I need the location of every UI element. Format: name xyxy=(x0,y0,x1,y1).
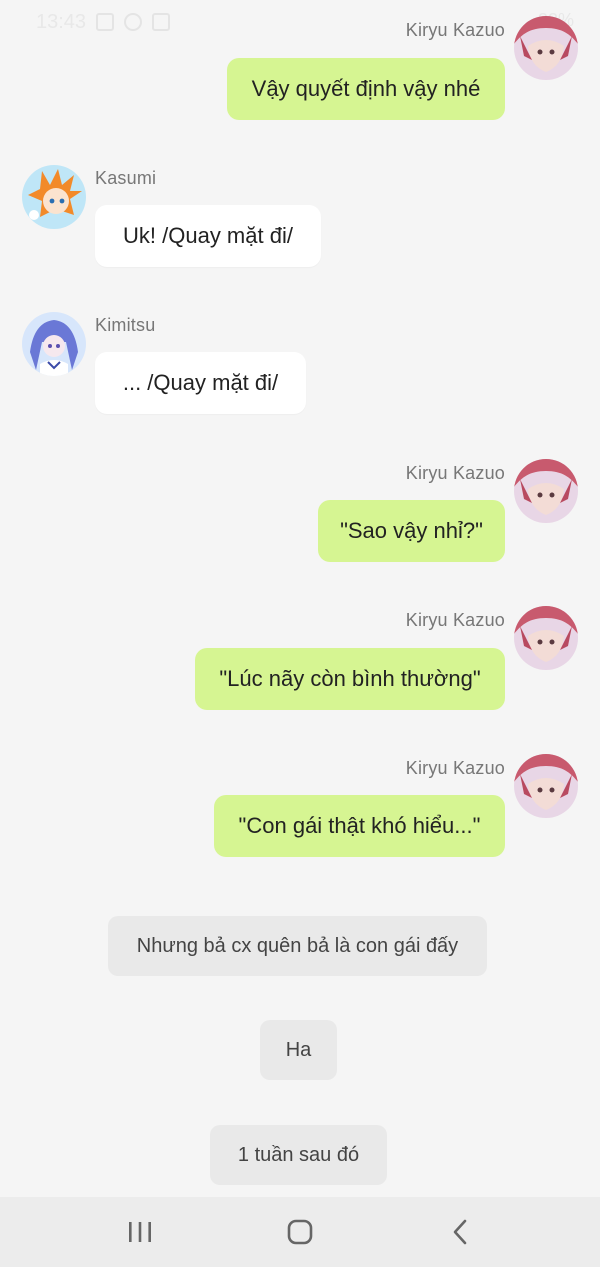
app-icon xyxy=(152,13,171,31)
status-time: 13:43 xyxy=(36,10,87,33)
avatar-kiryu[interactable] xyxy=(514,606,578,670)
message-bubble[interactable]: Uk! /Quay mặt đi/ xyxy=(95,205,321,267)
sender-name: Kasumi xyxy=(95,168,157,188)
sender-name: Kimitsu xyxy=(95,315,156,335)
message-bubble[interactable]: "Con gái thật khó hiểu..." xyxy=(214,795,505,857)
gallery-icon xyxy=(96,13,115,31)
avatar-kimitsu[interactable] xyxy=(22,312,86,376)
avatar-kiryu[interactable] xyxy=(514,16,578,80)
status-bar: 13:43 33% xyxy=(0,0,600,44)
narration-bubble[interactable]: Nhưng bả cx quên bả là con gái đấy xyxy=(108,916,487,976)
avatar-kiryu[interactable] xyxy=(514,459,578,523)
sender-name: Kiryu Kazuo xyxy=(405,610,505,630)
home-icon[interactable] xyxy=(270,1202,330,1262)
sender-name: Kiryu Kazuo xyxy=(405,20,505,40)
sender-name: Kiryu Kazuo xyxy=(405,463,505,483)
message-bubble[interactable]: Vậy quyết định vậy nhé xyxy=(227,58,505,120)
navigation-bar xyxy=(0,1197,600,1267)
notification-icon xyxy=(124,13,143,31)
avatar-kasumi[interactable] xyxy=(22,165,86,229)
message-bubble[interactable]: "Lúc nãy còn bình thường" xyxy=(195,648,505,710)
back-icon[interactable] xyxy=(430,1202,490,1262)
message-bubble[interactable]: "Sao vậy nhỉ?" xyxy=(318,500,505,562)
sender-name: Kiryu Kazuo xyxy=(405,758,505,778)
message-bubble[interactable]: ... /Quay mặt đi/ xyxy=(95,352,306,414)
narration-bubble[interactable]: 1 tuần sau đó xyxy=(210,1125,387,1185)
narration-bubble[interactable]: Ha xyxy=(260,1020,337,1080)
avatar-kiryu[interactable] xyxy=(514,754,578,818)
recents-icon[interactable] xyxy=(110,1202,170,1262)
